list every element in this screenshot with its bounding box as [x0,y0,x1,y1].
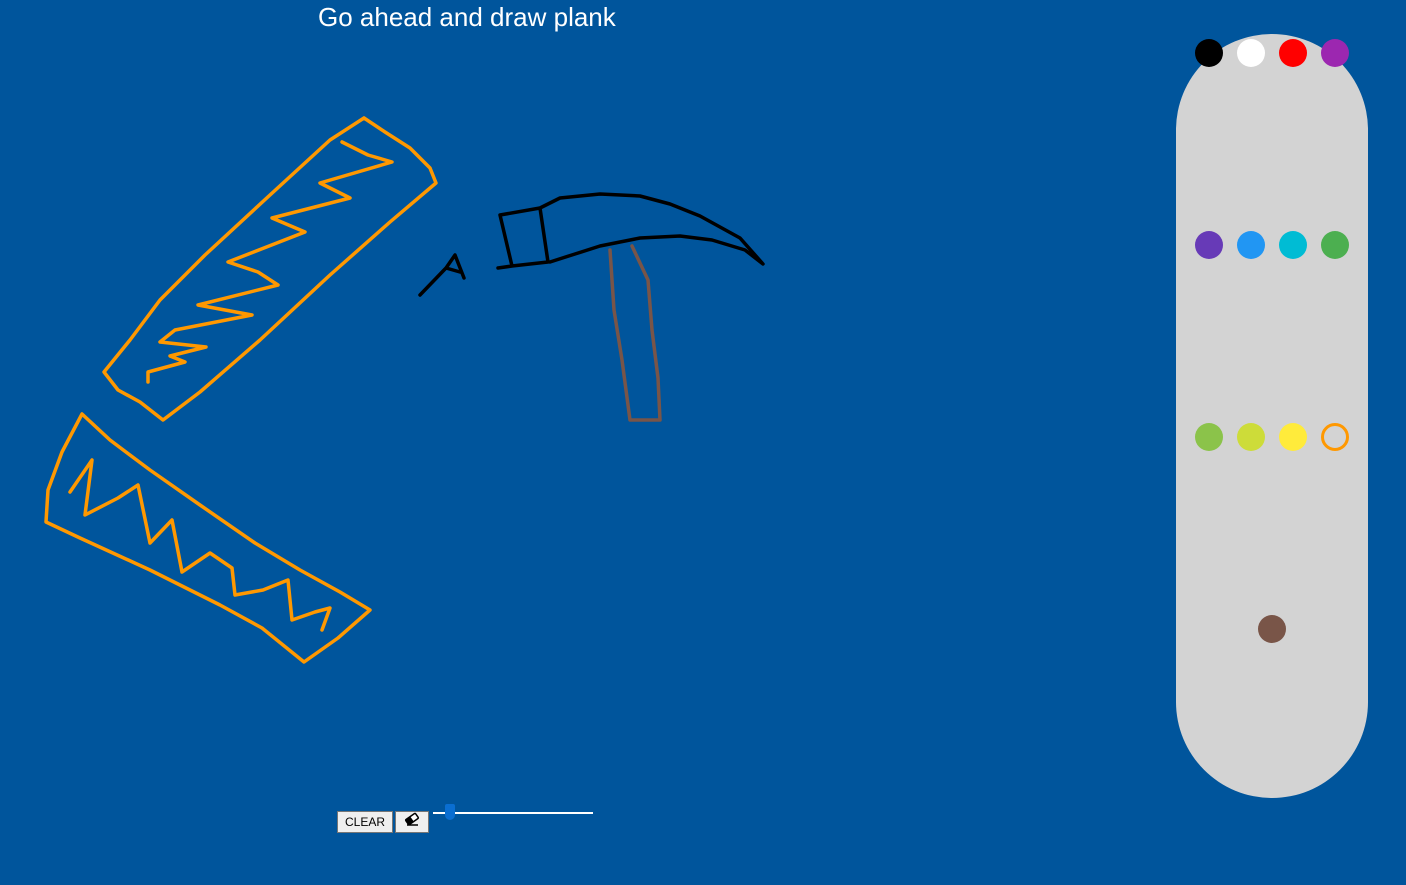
eraser-icon [405,812,419,826]
swatch-yellow[interactable] [1279,423,1307,451]
swatch-green[interactable] [1321,231,1349,259]
swatch-brown[interactable] [1258,615,1286,643]
pickaxe-head [418,192,765,297]
pickaxe-handle [608,244,662,422]
swatch-lime[interactable] [1237,423,1265,451]
swatch-orange[interactable] [1321,423,1349,451]
plank-lower-outline [44,412,372,664]
slider-thumb[interactable] [445,804,455,820]
swatch-red[interactable] [1279,39,1307,67]
plank-lower-grain [68,458,332,632]
swatch-black[interactable] [1195,39,1223,67]
drawing-stage: Go ahead and draw plank CLEAR [0,0,1406,885]
swatch-purple[interactable] [1321,39,1349,67]
swatch-light-green[interactable] [1195,423,1223,451]
plank-upper-grain [146,140,394,384]
prompt-text: Go ahead and draw plank [318,2,616,32]
swatch-cyan[interactable] [1279,231,1307,259]
swatch-white[interactable] [1237,39,1265,67]
swatch-blue[interactable] [1237,231,1265,259]
swatch-deep-purple[interactable] [1195,231,1223,259]
clear-button[interactable]: CLEAR [337,811,393,833]
color-palette [1176,34,1368,798]
brush-size-slider[interactable] [433,803,593,823]
slider-track [433,812,593,814]
eraser-button[interactable] [395,811,429,833]
